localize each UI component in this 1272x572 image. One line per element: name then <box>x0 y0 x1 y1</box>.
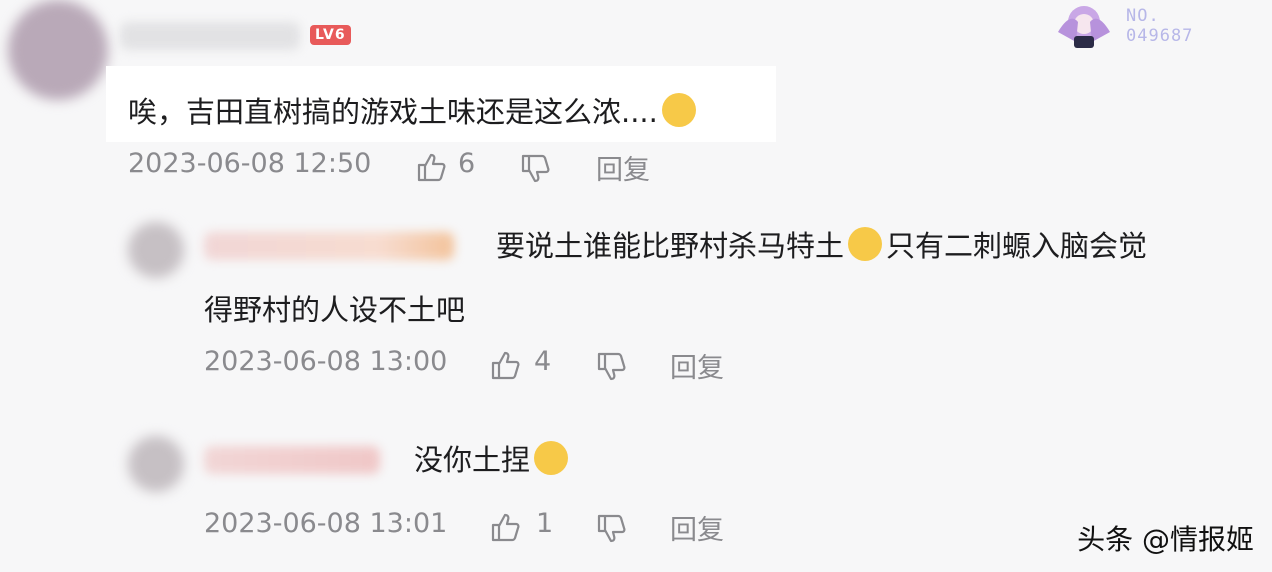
thumbs-down-icon[interactable] <box>596 352 628 382</box>
like-count: 6 <box>458 148 476 179</box>
badge-label: NO. <box>1126 6 1160 26</box>
username[interactable] <box>204 446 380 474</box>
badge-number: 049687 <box>1126 26 1194 46</box>
like-count: 1 <box>536 508 554 539</box>
screaming-face-emoji <box>534 441 569 475</box>
avatar[interactable] <box>8 0 108 100</box>
crying-face-emoji <box>848 227 883 261</box>
watermark: 头条 @情报姬 <box>1077 523 1254 556</box>
reply-text: 要说土谁能比野村杀马特土 只有二刺螈入脑会觉 <box>496 227 1148 263</box>
reply-button[interactable]: 回复 <box>670 508 724 547</box>
thumbs-up-icon[interactable] <box>490 350 522 380</box>
comment-meta: 2023-06-08 12:50 6 回复 <box>128 148 728 187</box>
timestamp: 2023-06-08 13:00 <box>204 346 448 377</box>
avatar[interactable] <box>128 436 184 492</box>
timestamp: 2023-06-08 13:01 <box>204 508 448 539</box>
thumbs-up-icon[interactable] <box>490 512 522 542</box>
reply-text: 没你土捏 <box>414 434 569 486</box>
reply-text-line2: 得野村的人设不土吧 <box>204 293 466 327</box>
comment-text: 唉，吉田直树搞的游戏土味还是这么浓.... <box>128 86 696 138</box>
anime-girl-icon <box>1058 6 1110 48</box>
username[interactable] <box>204 232 454 260</box>
thumbs-down-icon[interactable] <box>596 514 628 544</box>
thumbs-up-icon[interactable] <box>416 152 448 182</box>
reply-button[interactable]: 回复 <box>670 346 724 385</box>
thumbs-down-icon[interactable] <box>520 154 552 184</box>
username[interactable] <box>120 22 300 50</box>
reply-button[interactable]: 回复 <box>596 148 650 187</box>
level-badge: LV6 <box>310 25 351 45</box>
timestamp: 2023-06-08 12:50 <box>128 148 372 179</box>
like-count: 4 <box>534 346 552 377</box>
comment-meta: 2023-06-08 13:00 4 回复 <box>204 346 804 385</box>
comment-meta: 2023-06-08 13:01 1 回复 <box>204 508 804 547</box>
avatar[interactable] <box>128 222 184 278</box>
sweat-face-emoji <box>661 93 696 127</box>
user-number-badge: NO. 049687 <box>1048 2 1228 50</box>
